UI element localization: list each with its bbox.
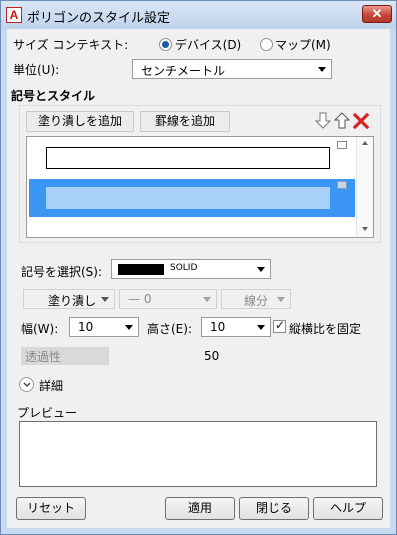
line-type-value: — 0 xyxy=(128,292,152,306)
symbol-layer-list xyxy=(26,136,374,238)
width-select[interactable]: 10 xyxy=(69,317,139,337)
add-border-button[interactable]: 罫線を追加 xyxy=(140,111,230,132)
border-layer-preview xyxy=(46,147,330,169)
line-type-select[interactable]: — 0 xyxy=(119,289,217,309)
chevron-down-icon xyxy=(203,297,211,302)
device-radio-label[interactable]: デバイス(D) xyxy=(175,36,241,53)
scroll-up-icon[interactable] xyxy=(362,141,368,145)
unit-label: 単位(U): xyxy=(13,63,60,77)
close-window-button[interactable]: ✕ xyxy=(362,5,392,23)
chevron-down-icon xyxy=(277,297,285,302)
width-value: 10 xyxy=(78,320,94,334)
window-title: ポリゴンのスタイル設定 xyxy=(27,11,171,26)
fill-layer-preview xyxy=(46,187,330,209)
aspect-checkbox[interactable] xyxy=(273,318,286,333)
device-radio[interactable] xyxy=(159,38,172,51)
height-select[interactable]: 10 xyxy=(201,317,271,337)
list-scrollbar[interactable] xyxy=(356,137,373,237)
width-label: 幅(W): xyxy=(21,322,59,336)
chevron-down-icon xyxy=(23,382,31,387)
unit-select-value: センチメートル xyxy=(141,64,226,78)
section-title: 記号とスタイル xyxy=(11,89,96,103)
chevron-down-icon xyxy=(101,297,109,302)
symbol-layer-panel: 塗り潰しを追加 罫線を追加 xyxy=(19,105,381,243)
fill-type-value: 塗り潰し xyxy=(48,294,97,308)
list-item-selected[interactable] xyxy=(29,179,355,217)
symbol-select-value: SOLID xyxy=(170,263,198,273)
height-label: 高さ(E): xyxy=(147,322,192,336)
reset-button[interactable]: リセット xyxy=(16,497,86,520)
move-up-button[interactable] xyxy=(333,112,351,131)
map-radio-label[interactable]: マップ(M) xyxy=(275,36,331,53)
scroll-down-icon[interactable] xyxy=(362,227,368,231)
help-button[interactable]: ヘルプ xyxy=(313,497,383,520)
arrow-down-icon xyxy=(314,112,332,129)
list-item[interactable] xyxy=(29,139,355,177)
transparency-label: 透過性 xyxy=(25,350,62,364)
height-value: 10 xyxy=(210,320,226,334)
title-bar[interactable]: A ポリゴンのスタイル設定 ✕ xyxy=(1,1,396,29)
unit-select[interactable]: センチメートル xyxy=(132,59,332,79)
autocad-logo-icon: A xyxy=(6,7,22,23)
preview-label: プレビュー xyxy=(17,406,78,420)
chevron-down-icon xyxy=(257,267,265,272)
apply-button[interactable]: 適用 xyxy=(165,497,235,520)
add-fill-button[interactable]: 塗り潰しを追加 xyxy=(26,111,134,132)
delete-layer-button[interactable] xyxy=(352,112,370,131)
symbol-select[interactable]: SOLID xyxy=(111,259,271,279)
transparency-slider[interactable]: 透過性 xyxy=(21,347,109,365)
dialog-window: A ポリゴンのスタイル設定 ✕ サイズ コンテキスト: デバイス(D) マップ(… xyxy=(0,0,397,535)
arrow-up-icon xyxy=(333,112,351,129)
aspect-label[interactable]: 縦横比を固定 xyxy=(289,320,361,337)
details-label[interactable]: 詳細 xyxy=(39,377,63,394)
preview-area xyxy=(19,421,377,487)
map-radio[interactable] xyxy=(260,38,273,51)
delete-x-icon xyxy=(352,112,370,130)
select-symbol-label: 記号を選択(S): xyxy=(21,265,103,279)
line-part-select[interactable]: 線分 xyxy=(221,289,291,309)
chevron-down-icon xyxy=(125,325,133,330)
chevron-down-icon xyxy=(257,325,265,330)
chevron-down-icon xyxy=(318,67,326,72)
transparency-value: 50 xyxy=(204,349,220,363)
close-button[interactable]: 閉じる xyxy=(239,497,309,520)
dialog-body: サイズ コンテキスト: デバイス(D) マップ(M) 単位(U): センチメート… xyxy=(7,29,390,528)
expand-details-button[interactable] xyxy=(19,377,34,392)
context-label: サイズ コンテキスト: xyxy=(13,38,129,52)
layer-marker-icon xyxy=(337,181,347,189)
symbol-swatch xyxy=(118,264,164,275)
fill-type-select[interactable]: 塗り潰し xyxy=(23,289,115,309)
layer-marker-icon xyxy=(337,141,347,149)
move-down-button[interactable] xyxy=(314,112,332,131)
line-part-value: 線分 xyxy=(244,294,269,308)
